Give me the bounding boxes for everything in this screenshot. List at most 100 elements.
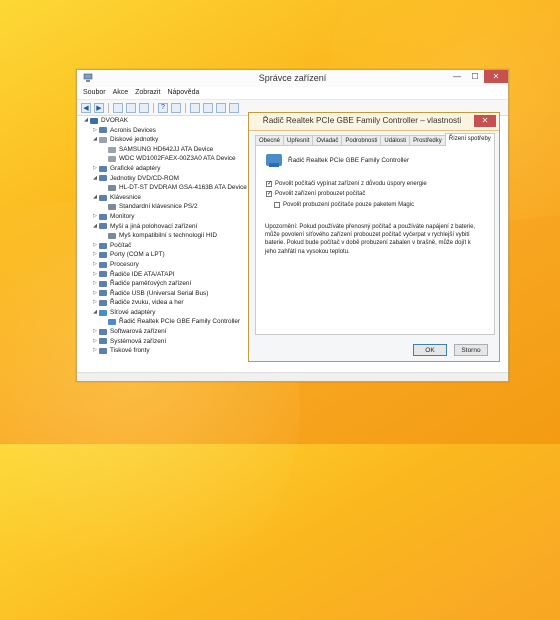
dialog-close-button[interactable]: ✕ xyxy=(474,115,496,127)
menu-view[interactable]: Zobrazit xyxy=(135,87,160,99)
tree-item-label: Počítač xyxy=(110,241,132,249)
printer-icon xyxy=(99,348,107,355)
tree-item-label: Grafické adaptéry xyxy=(110,164,161,172)
expand-icon[interactable]: ▷ xyxy=(92,270,98,280)
tree-item-label: SAMSUNG HD642JJ ATA Device xyxy=(119,145,214,153)
checkbox-allow-wake[interactable]: ✓ xyxy=(266,191,272,197)
tree-item-label: Řadiče IDE ATA/ATAPI xyxy=(110,270,175,278)
forward-arrow-icon[interactable]: ▶ xyxy=(94,102,104,113)
cancel-button[interactable]: Storno xyxy=(454,344,488,356)
expand-icon[interactable]: ▷ xyxy=(92,289,98,299)
tree-item-label: Procesory xyxy=(110,260,139,268)
tree-item-label: Řadiče zvuku, videa a her xyxy=(110,299,184,307)
controller-icon xyxy=(99,271,107,278)
tree-item-label: Myši a jiná polohovací zařízení xyxy=(110,222,198,230)
maximize-button[interactable]: ☐ xyxy=(466,70,484,83)
network-icon xyxy=(99,309,107,316)
title-bar[interactable]: Správce zařízení — ☐ ✕ xyxy=(77,70,508,87)
horizontal-scrollbar[interactable] xyxy=(77,372,508,381)
expand-icon[interactable]: ▷ xyxy=(92,279,98,289)
disable-icon[interactable] xyxy=(229,102,239,113)
collapse-icon[interactable]: ◢ xyxy=(92,135,98,145)
warning-note: Upozornění: Pokud používáte přenosný poč… xyxy=(265,224,476,255)
minimize-button[interactable]: — xyxy=(448,70,466,83)
usb-icon xyxy=(99,290,107,297)
tree-item-label: Myš kompatibilní s technologií HID xyxy=(119,232,218,240)
network-icon xyxy=(108,319,116,326)
dialog-title-bar[interactable]: Řadič Realtek PCIe GBE Family Controller… xyxy=(249,113,499,131)
network-adapter-icon xyxy=(266,154,282,167)
expand-icon[interactable]: ▷ xyxy=(92,126,98,136)
monitor-icon xyxy=(99,213,107,220)
collapse-icon[interactable]: ◢ xyxy=(92,308,98,318)
collapse-icon[interactable]: ◢ xyxy=(92,174,98,184)
tab-power-management[interactable]: Řízení spotřeby xyxy=(444,133,495,146)
tree-item-label: Porty (COM a LPT) xyxy=(110,251,165,259)
toolbar-separator xyxy=(108,102,109,113)
cpu-icon xyxy=(99,261,107,268)
menu-action[interactable]: Akce xyxy=(113,87,129,99)
uninstall-icon[interactable] xyxy=(216,102,226,113)
option-label: Povolit zařízení probouzet počítač xyxy=(275,191,366,197)
tree-item-label: Diskové jednotky xyxy=(110,136,159,144)
window-title: Správce zařízení xyxy=(258,73,327,83)
collapse-icon[interactable]: ◢ xyxy=(83,116,89,126)
view-icon[interactable] xyxy=(171,102,181,113)
power-management-panel: Řadič Realtek PCIe GBE Family Controller… xyxy=(255,145,495,335)
help-icon[interactable]: ? xyxy=(158,102,168,113)
dvd-icon xyxy=(108,184,116,191)
expand-icon[interactable]: ▷ xyxy=(92,164,98,174)
show-hide-tree-icon[interactable] xyxy=(113,102,123,113)
list-icon[interactable] xyxy=(139,102,149,113)
update-driver-icon[interactable] xyxy=(203,102,213,113)
toolbar-separator xyxy=(185,102,186,113)
dialog-title: Řadič Realtek PCIe GBE Family Controller… xyxy=(262,116,462,125)
option-label: Povolit probuzení počítače pouze paketem… xyxy=(283,202,415,208)
tree-item-label: Jednotky DVD/CD-ROM xyxy=(110,174,179,182)
option-allow-power-off[interactable]: ✓ Povolit počítači vypínat zařízení z dů… xyxy=(266,181,427,187)
properties-icon[interactable] xyxy=(126,102,136,113)
scan-hardware-icon[interactable] xyxy=(190,102,200,113)
collapse-icon[interactable]: ◢ xyxy=(92,222,98,232)
disk-icon xyxy=(108,146,116,153)
mouse-icon xyxy=(108,232,116,239)
menu-bar: Soubor Akce Zobrazit Nápověda xyxy=(77,87,508,100)
collapse-icon[interactable]: ◢ xyxy=(92,193,98,203)
ok-button[interactable]: OK xyxy=(413,344,447,356)
close-button[interactable]: ✕ xyxy=(484,70,508,83)
option-magic-packet[interactable]: Povolit probuzení počítače pouze paketem… xyxy=(274,202,414,208)
back-arrow-icon[interactable]: ◀ xyxy=(81,102,91,113)
tree-item-label: Síťové adaptéry xyxy=(110,308,156,316)
checkbox-magic-packet[interactable] xyxy=(274,202,280,208)
menu-help[interactable]: Nápověda xyxy=(167,87,199,99)
tree-item-label: Standardní klávesnice PS/2 xyxy=(119,203,198,211)
device-name: Řadič Realtek PCIe GBE Family Controller xyxy=(288,156,410,164)
computer-icon xyxy=(99,242,107,249)
tree-item-label: Tiskové fronty xyxy=(110,347,150,355)
keyboard-icon xyxy=(108,204,116,211)
expand-icon[interactable]: ▷ xyxy=(92,337,98,347)
expand-icon[interactable]: ▷ xyxy=(92,212,98,222)
option-allow-wake[interactable]: ✓ Povolit zařízení probouzet počítač xyxy=(266,191,365,197)
expand-icon[interactable]: ▷ xyxy=(92,241,98,251)
keyboard-icon xyxy=(99,194,107,201)
device-icon xyxy=(99,328,107,335)
display-icon xyxy=(99,165,107,172)
expand-icon[interactable]: ▷ xyxy=(92,327,98,337)
tree-item-label: Řadič Realtek PCIe GBE Family Controller xyxy=(119,318,241,326)
computer-icon xyxy=(90,117,98,124)
expand-icon[interactable]: ▷ xyxy=(92,298,98,308)
option-label: Povolit počítači vypínat zařízení z důvo… xyxy=(275,181,427,187)
tree-item-label: Acronis Devices xyxy=(110,126,156,134)
expand-icon[interactable]: ▷ xyxy=(92,346,98,356)
tree-item-label: WDC WD1002FAEX-00Z3A0 ATA Device xyxy=(119,155,236,163)
tree-item-label: DVORAK xyxy=(101,117,128,124)
tree-item-label: Monitory xyxy=(110,212,135,220)
expand-icon[interactable]: ▷ xyxy=(92,250,98,260)
tree-item-label: Řadiče paměťových zařízení xyxy=(110,280,192,288)
controller-icon xyxy=(99,280,107,287)
checkbox-allow-power-off[interactable]: ✓ xyxy=(266,181,272,187)
menu-file[interactable]: Soubor xyxy=(83,87,106,99)
expand-icon[interactable]: ▷ xyxy=(92,260,98,270)
dvd-icon xyxy=(99,175,107,182)
